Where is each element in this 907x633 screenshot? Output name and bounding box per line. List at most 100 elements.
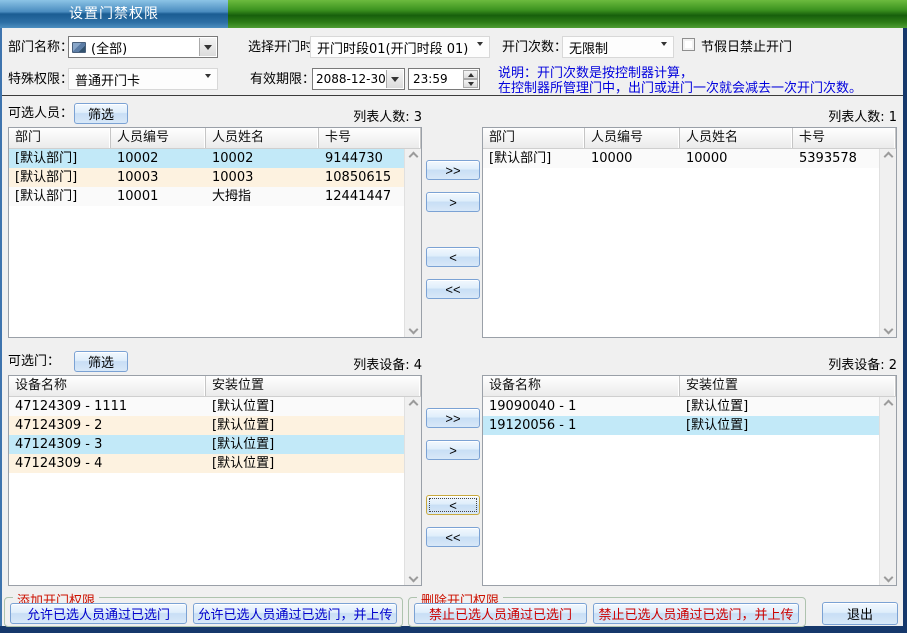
- doors-move-one-right-button[interactable]: >: [426, 440, 480, 460]
- table-cell: [默认部门]: [9, 187, 111, 206]
- window-border-right: [903, 28, 907, 633]
- scroll-up-icon[interactable]: [883, 400, 893, 410]
- department-value: (全部): [91, 38, 127, 57]
- holiday-forbid-checkbox[interactable]: [682, 38, 695, 51]
- table-cell: 大拇指: [206, 187, 319, 206]
- table-row[interactable]: 47124309 - 3[默认位置]: [9, 435, 404, 454]
- doors-move-all-left-button[interactable]: <<: [426, 527, 480, 547]
- available-personnel-count: 列表人数: 3: [302, 106, 422, 125]
- table-row[interactable]: 47124309 - 2[默认位置]: [9, 416, 404, 435]
- table-cell: [默认位置]: [206, 416, 404, 435]
- special-permission-select[interactable]: 普通开门卡: [68, 68, 218, 90]
- table-body: [默认部门]10002100029144730[默认部门]10003100031…: [9, 149, 404, 337]
- allow-selected-upload-button[interactable]: 允许已选人员通过已选门，并上传: [193, 603, 397, 624]
- table-cell: 19090040 - 1: [483, 397, 680, 416]
- table-body: 19090040 - 1[默认位置]19120056 - 1[默认位置]: [483, 397, 879, 585]
- open-count-select[interactable]: 无限制: [562, 36, 674, 58]
- personnel-move-all-right-button[interactable]: >>: [426, 160, 480, 180]
- column-header[interactable]: 部门: [483, 128, 585, 148]
- table-header: 设备名称安装位置: [9, 376, 421, 397]
- forbid-selected-button[interactable]: 禁止已选人员通过已选门: [414, 603, 587, 624]
- column-header[interactable]: 设备名称: [9, 376, 206, 396]
- doors-move-one-left-button[interactable]: <: [426, 495, 480, 515]
- column-header[interactable]: 安装位置: [206, 376, 421, 396]
- personnel-move-one-right-button[interactable]: >: [426, 192, 480, 212]
- table-cell: [默认位置]: [206, 454, 404, 473]
- open-count-dropdown-icon[interactable]: [661, 46, 667, 61]
- table-header: 部门人员编号人员姓名卡号: [483, 128, 896, 149]
- open-period-value: 开门时段01(开门时段 01): [317, 38, 468, 57]
- vertical-scrollbar[interactable]: [879, 397, 896, 585]
- column-header[interactable]: 设备名称: [483, 376, 680, 396]
- column-header[interactable]: 安装位置: [680, 376, 896, 396]
- column-header[interactable]: 人员编号: [585, 128, 680, 148]
- special-permission-dropdown-icon[interactable]: [205, 78, 211, 93]
- table-row[interactable]: [默认部门]100031000310850615: [9, 168, 404, 187]
- column-header[interactable]: 人员编号: [111, 128, 206, 148]
- validity-date-dropdown-icon[interactable]: [386, 70, 403, 88]
- access-permission-dialog: 设置门禁权限 部门名称： (全部) 选择开门时段： 开门时段01(开门时段 01…: [0, 0, 907, 633]
- column-header[interactable]: 部门: [9, 128, 111, 148]
- scroll-down-icon[interactable]: [408, 325, 418, 335]
- validity-label: 有效期限：: [250, 72, 315, 88]
- scroll-up-icon[interactable]: [408, 152, 418, 162]
- time-down-icon[interactable]: [463, 79, 478, 88]
- table-cell: 10850615: [319, 168, 404, 187]
- column-header[interactable]: 卡号: [793, 128, 896, 148]
- open-period-select[interactable]: 开门时段01(开门时段 01): [310, 36, 490, 58]
- column-header[interactable]: 卡号: [319, 128, 421, 148]
- dialog-title-tab[interactable]: 设置门禁权限: [0, 0, 228, 28]
- validity-time-spinner[interactable]: 23:59: [408, 68, 480, 90]
- table-header: 部门人员编号人员姓名卡号: [9, 128, 421, 149]
- validity-time-value: 23:59: [413, 72, 448, 86]
- table-row[interactable]: [默认部门]10001大拇指12441447: [9, 187, 404, 206]
- table-row[interactable]: 47124309 - 4[默认位置]: [9, 454, 404, 473]
- title-bar-fill: [228, 0, 907, 28]
- window-border-bottom: [0, 626, 907, 633]
- table-header: 设备名称安装位置: [483, 376, 896, 397]
- table-row[interactable]: 47124309 - 1111[默认位置]: [9, 397, 404, 416]
- column-header[interactable]: 人员姓名: [680, 128, 793, 148]
- doors-move-all-right-button[interactable]: >>: [426, 408, 480, 428]
- column-header[interactable]: 人员姓名: [206, 128, 319, 148]
- scroll-down-icon[interactable]: [883, 573, 893, 583]
- available-personnel-table: 部门人员编号人员姓名卡号 [默认部门]10002100029144730[默认部…: [8, 127, 422, 338]
- available-doors-table: 设备名称安装位置 47124309 - 1111[默认位置]47124309 -…: [8, 375, 422, 586]
- title-bar: 设置门禁权限: [0, 0, 907, 28]
- forbid-selected-upload-button[interactable]: 禁止已选人员通过已选门，并上传: [593, 603, 799, 624]
- table-cell: 10001: [111, 187, 206, 206]
- open-count-value: 无限制: [569, 38, 608, 57]
- personnel-move-all-left-button[interactable]: <<: [426, 279, 480, 299]
- table-cell: 19120056 - 1: [483, 416, 680, 435]
- scroll-up-icon[interactable]: [408, 400, 418, 410]
- time-up-icon[interactable]: [463, 70, 478, 79]
- table-row[interactable]: 19090040 - 1[默认位置]: [483, 397, 879, 416]
- open-period-dropdown-icon[interactable]: [477, 46, 483, 61]
- table-cell: 12441447: [319, 187, 404, 206]
- table-row[interactable]: [默认部门]10000100005393578: [483, 149, 879, 168]
- vertical-scrollbar[interactable]: [879, 149, 896, 337]
- vertical-scrollbar[interactable]: [404, 149, 421, 337]
- validity-date-picker[interactable]: 2088-12-30: [312, 68, 405, 90]
- scroll-down-icon[interactable]: [408, 573, 418, 583]
- scroll-down-icon[interactable]: [883, 325, 893, 335]
- table-body: [默认部门]10000100005393578: [483, 149, 879, 337]
- table-cell: [默认部门]: [483, 149, 585, 168]
- department-select[interactable]: (全部): [68, 36, 218, 58]
- department-dropdown-icon[interactable]: [199, 38, 216, 56]
- scroll-up-icon[interactable]: [883, 152, 893, 162]
- personnel-move-one-left-button[interactable]: <: [426, 247, 480, 267]
- department-icon: [72, 42, 86, 53]
- available-doors-label: 可选门：: [8, 354, 60, 370]
- selected-personnel-table: 部门人员编号人员姓名卡号 [默认部门]10000100005393578: [482, 127, 897, 338]
- table-row[interactable]: [默认部门]10002100029144730: [9, 149, 404, 168]
- window-border-left: [0, 28, 2, 633]
- exit-button[interactable]: 退出: [822, 602, 898, 625]
- vertical-scrollbar[interactable]: [404, 397, 421, 585]
- doors-filter-button[interactable]: 筛选: [74, 351, 128, 372]
- personnel-filter-button[interactable]: 筛选: [74, 103, 128, 124]
- table-row[interactable]: 19120056 - 1[默认位置]: [483, 416, 879, 435]
- selected-personnel-count: 列表人数: 1: [777, 106, 897, 125]
- note-line-2: 在控制器所管理门中，出门或进门一次就会减去一次开门次数。: [498, 77, 862, 96]
- allow-selected-button[interactable]: 允许已选人员通过已选门: [10, 603, 187, 624]
